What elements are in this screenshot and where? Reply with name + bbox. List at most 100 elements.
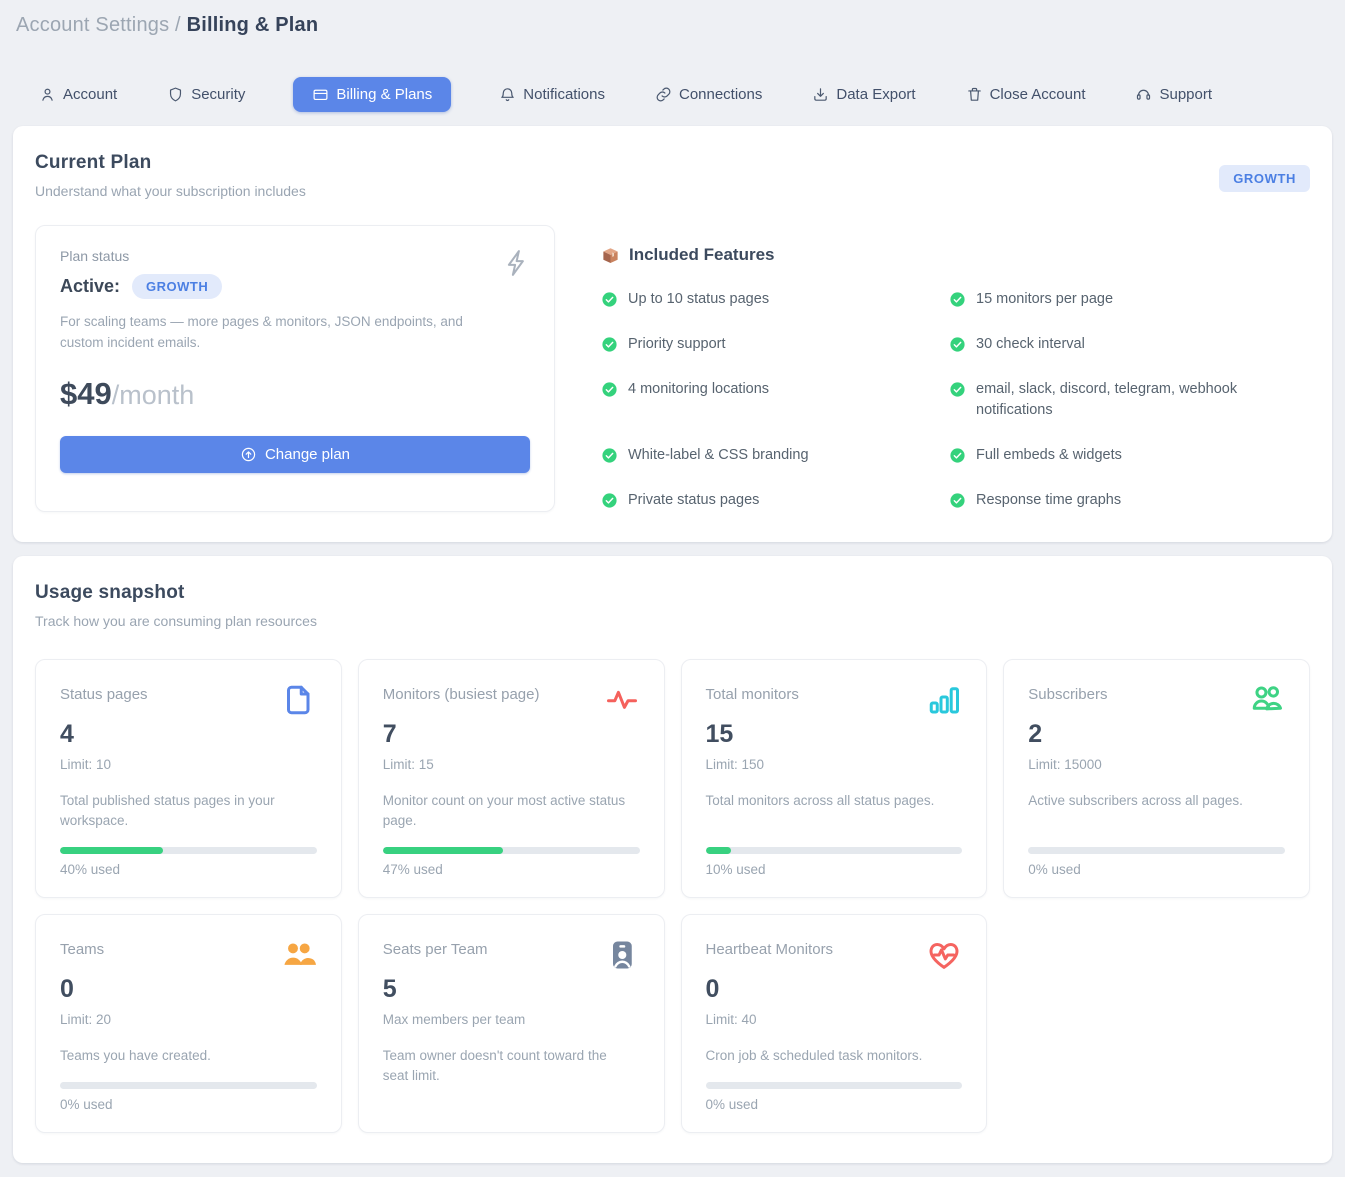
- plan-badge: GROWTH: [132, 274, 222, 299]
- tab-data-export[interactable]: Data Export: [810, 77, 917, 112]
- usage-percent-label: 47% used: [383, 862, 640, 877]
- usage-card-limit: Limit: 150: [706, 757, 963, 772]
- check-circle-icon: [601, 291, 618, 308]
- feature-item: Private status pages: [601, 490, 931, 512]
- included-features: Included Features Up to 10 status pages …: [601, 225, 1310, 512]
- progress-bar: [60, 1082, 317, 1089]
- usage-card-limit: Limit: 15: [383, 757, 640, 772]
- check-circle-icon: [949, 492, 966, 509]
- usage-card-value: 4: [60, 720, 317, 749]
- usage-card-title: Subscribers: [1028, 682, 1107, 703]
- current-plan-section: Current Plan Understand what your subscr…: [13, 126, 1332, 542]
- plan-status-label: Plan status: [60, 248, 530, 264]
- feature-item: 15 monitors per page: [949, 289, 1310, 311]
- feature-item: Priority support: [601, 334, 931, 356]
- usage-card-limit: Limit: 40: [706, 1012, 963, 1027]
- progress-fill: [383, 847, 504, 854]
- check-circle-icon: [949, 447, 966, 464]
- usage-card-description: Teams you have created.: [60, 1046, 317, 1066]
- usage-card-monitors-busiest: Monitors (busiest page) 7 Limit: 15 Moni…: [358, 659, 665, 899]
- progress-bar: [383, 847, 640, 854]
- usage-percent-label: 0% used: [1028, 862, 1285, 877]
- plan-status-value: Active:: [60, 276, 120, 297]
- current-plan-title: Current Plan: [35, 152, 1310, 174]
- check-circle-icon: [601, 447, 618, 464]
- check-circle-icon: [949, 381, 966, 398]
- feature-item: Up to 10 status pages: [601, 289, 931, 311]
- user-icon: [39, 86, 56, 103]
- check-circle-icon: [949, 291, 966, 308]
- progress-bar: [1028, 847, 1285, 854]
- price-amount: $49: [60, 376, 112, 411]
- heart-pulse-icon: [926, 937, 962, 973]
- bar-chart-icon: [926, 682, 962, 718]
- usage-card-total-monitors: Total monitors 15 Limit: 150 Total monit…: [681, 659, 988, 899]
- usage-percent-label: 0% used: [706, 1097, 963, 1112]
- usage-card-title: Teams: [60, 937, 104, 958]
- features-title: Included Features: [629, 245, 774, 265]
- usage-card-title: Monitors (busiest page): [383, 682, 540, 703]
- usage-card-title: Total monitors: [706, 682, 799, 703]
- feature-item: Full embeds & widgets: [949, 445, 1310, 467]
- usage-card-status-pages: Status pages 4 Limit: 10 Total published…: [35, 659, 342, 899]
- plan-status-card: Plan status Active: GROWTH For scaling t…: [35, 225, 555, 512]
- progress-fill: [706, 847, 732, 854]
- headset-icon: [1135, 86, 1152, 103]
- usage-card-value: 5: [383, 975, 640, 1004]
- usage-card-value: 2: [1028, 720, 1285, 749]
- usage-card-limit: Limit: 10: [60, 757, 317, 772]
- usage-title: Usage snapshot: [35, 582, 1310, 604]
- tab-support[interactable]: Support: [1133, 77, 1214, 112]
- users-outline-icon: [1249, 682, 1285, 718]
- progress-bar: [706, 847, 963, 854]
- credit-card-icon: [312, 86, 329, 103]
- usage-percent-label: 40% used: [60, 862, 317, 877]
- usage-card-value: 0: [706, 975, 963, 1004]
- feature-item: 30 check interval: [949, 334, 1310, 356]
- plan-price: $49/month: [60, 376, 530, 412]
- file-icon: [281, 682, 317, 718]
- arrow-up-circle-icon: [240, 446, 257, 463]
- progress-bar: [706, 1082, 963, 1089]
- settings-tabbar: Account Security Billing & Plans Notific…: [37, 77, 1332, 112]
- check-circle-icon: [949, 336, 966, 353]
- usage-card-limit: Max members per team: [383, 1012, 640, 1027]
- package-icon: [601, 246, 620, 265]
- usage-card-description: Cron job & scheduled task monitors.: [706, 1046, 963, 1066]
- usage-card-description: Total monitors across all status pages.: [706, 791, 963, 811]
- usage-card-teams: Teams 0 Limit: 20 Teams you have created…: [35, 914, 342, 1133]
- plan-tier-badge: GROWTH: [1219, 165, 1310, 192]
- tab-close-account[interactable]: Close Account: [964, 77, 1088, 112]
- price-period: /month: [112, 380, 195, 410]
- change-plan-button[interactable]: Change plan: [60, 436, 530, 473]
- tab-billing-plans[interactable]: Billing & Plans: [293, 77, 451, 112]
- usage-card-description: Team owner doesn't count toward the seat…: [383, 1046, 640, 1087]
- lightning-icon: [502, 248, 532, 278]
- breadcrumb: Account Settings / Billing & Plan: [16, 14, 1332, 37]
- usage-card-description: Active subscribers across all pages.: [1028, 791, 1285, 811]
- trash-icon: [966, 86, 983, 103]
- usage-grid-row-1: Status pages 4 Limit: 10 Total published…: [35, 659, 1310, 1134]
- tab-notifications[interactable]: Notifications: [497, 77, 607, 112]
- feature-item: email, slack, discord, telegram, webhook…: [949, 379, 1310, 423]
- usage-card-description: Monitor count on your most active status…: [383, 791, 640, 832]
- page-title: Billing & Plan: [187, 14, 319, 36]
- download-icon: [812, 86, 829, 103]
- usage-card-value: 7: [383, 720, 640, 749]
- tab-security[interactable]: Security: [165, 77, 247, 112]
- usage-card-limit: Limit: 20: [60, 1012, 317, 1027]
- usage-card-limit: Limit: 15000: [1028, 757, 1285, 772]
- check-circle-icon: [601, 492, 618, 509]
- progress-bar: [60, 847, 317, 854]
- usage-card-title: Seats per Team: [383, 937, 488, 958]
- usage-card-seats-per-team: Seats per Team 5 Max members per team Te…: [358, 914, 665, 1133]
- tab-account[interactable]: Account: [37, 77, 119, 112]
- usage-card-heartbeat-monitors: Heartbeat Monitors 0 Limit: 40 Cron job …: [681, 914, 988, 1133]
- users-filled-icon: [281, 937, 317, 973]
- breadcrumb-section: Account Settings /: [16, 14, 181, 36]
- check-circle-icon: [601, 336, 618, 353]
- link-icon: [655, 86, 672, 103]
- usage-card-title: Heartbeat Monitors: [706, 937, 834, 958]
- check-circle-icon: [601, 381, 618, 398]
- tab-connections[interactable]: Connections: [653, 77, 764, 112]
